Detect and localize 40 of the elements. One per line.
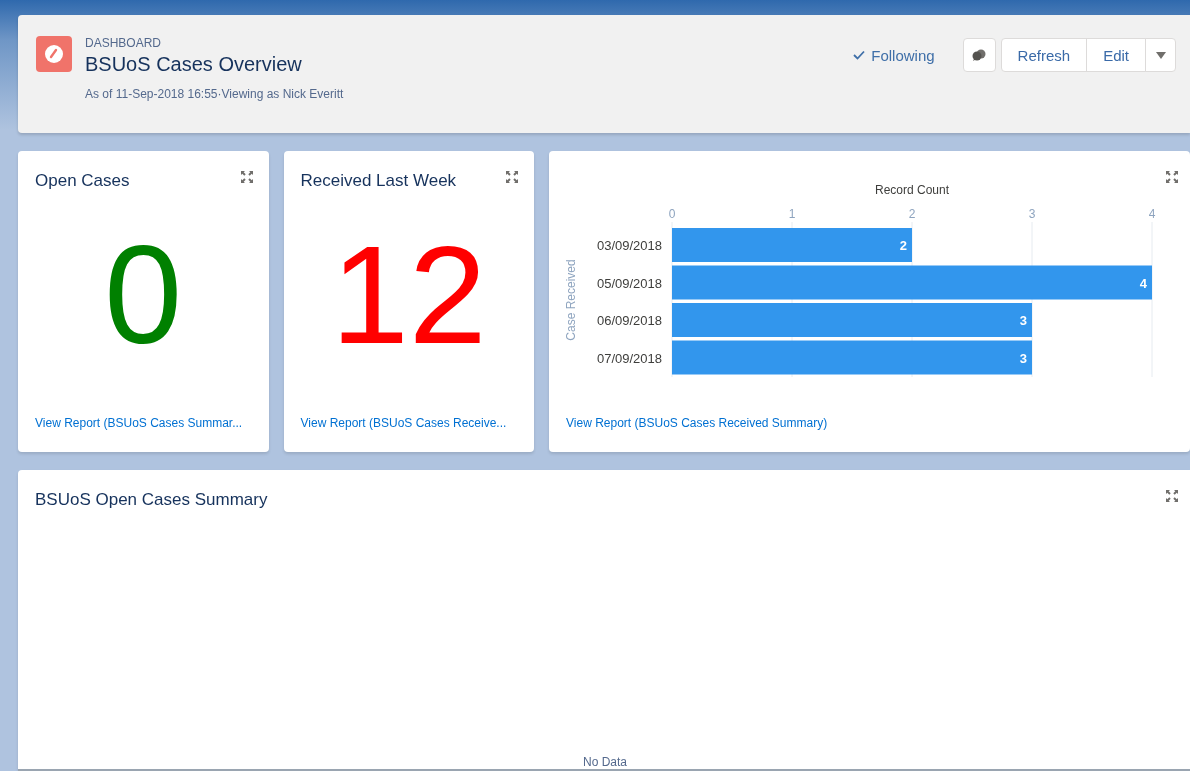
view-report-link[interactable]: View Report (BSUoS Cases Received Summary) (566, 416, 828, 430)
tick-label: 1 (788, 207, 796, 221)
check-icon (853, 50, 866, 60)
data-label: 3 (1019, 313, 1027, 328)
data-label: 2 (899, 238, 907, 253)
page-type-label: DASHBOARD (85, 36, 162, 50)
category-label: 07/09/2018 (596, 350, 662, 366)
category-label: 03/09/2018 (596, 238, 662, 253)
axis-title: Case Received (564, 259, 578, 341)
axis-title: Record Count (875, 183, 949, 197)
tick-label: 3 (1028, 207, 1036, 221)
expand-icon[interactable] (1166, 490, 1178, 502)
metric-value: 12 (330, 225, 487, 365)
category-label: 06/09/2018 (596, 313, 662, 328)
dashboard-subtitle: As of 11-Sep-2018 16:55·Viewing as Nick Everitt (85, 87, 345, 101)
category-label: 05/09/2018 (596, 275, 662, 291)
card-title: BSUoS Open Cases Summary (35, 490, 268, 510)
expand-icon[interactable] (1166, 171, 1178, 183)
tick-label: 4 (1148, 207, 1156, 221)
refresh-button[interactable]: Refresh (1000, 38, 1088, 72)
expand-icon[interactable] (506, 171, 518, 183)
chat-bubbles-icon (972, 49, 987, 61)
expand-icon[interactable] (240, 171, 253, 183)
edit-button[interactable]: Edit (1086, 38, 1146, 72)
card-title: Open Cases (35, 171, 130, 191)
metric-value: 0 (104, 225, 183, 365)
tick-label: 0 (668, 207, 676, 221)
view-report-link[interactable]: View Report (BSUoS Cases Receive... (300, 416, 507, 430)
data-label: 4 (1139, 275, 1147, 291)
dropdown-caret-icon (1155, 51, 1166, 59)
gauge-icon (44, 44, 64, 64)
more-actions-button[interactable] (1145, 38, 1176, 72)
view-report-link[interactable]: View Report (BSUoS Cases Summar... (35, 416, 243, 430)
following-button[interactable]: Following (847, 45, 941, 65)
card-title: Received Last Week (300, 171, 457, 191)
data-label: 3 (1019, 350, 1027, 366)
feed-button[interactable] (962, 38, 996, 72)
empty-state-text: No Data (582, 755, 629, 769)
tick-label: 2 (908, 207, 916, 221)
dashboard-title: BSUoS Cases Overview (85, 52, 303, 76)
